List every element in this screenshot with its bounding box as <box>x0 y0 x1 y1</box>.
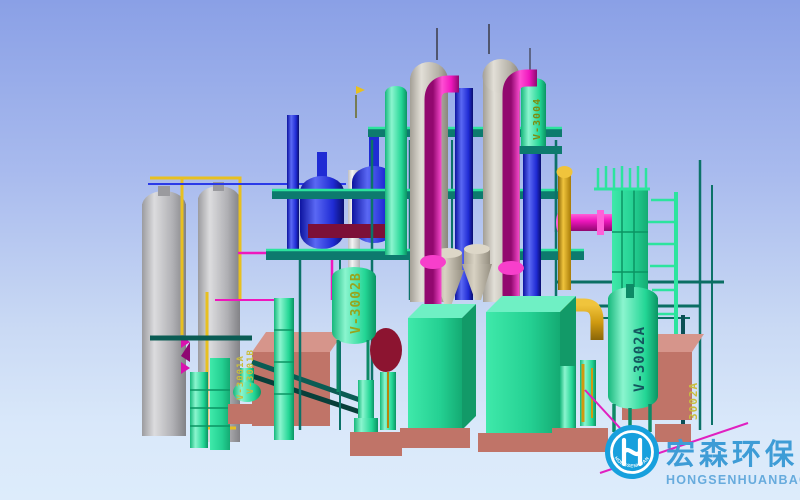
flag-marker <box>356 86 365 118</box>
label-tag-3002a: 3002A <box>687 382 700 420</box>
tank-cylinder <box>142 186 186 436</box>
pump-pad <box>350 432 402 456</box>
logo-en-text: HONGSENHUANBAO <box>666 473 800 487</box>
viewport-3d[interactable]: V-3002B V-3002A 3002A V-3004 V-3001A V-3… <box>0 0 800 500</box>
label-v3001a: V-3001A <box>236 355 246 400</box>
label-v3002b: V-3002B <box>349 272 364 334</box>
plant-model-svg: V-3002B V-3002A 3002A V-3004 V-3001A V-3… <box>0 0 800 500</box>
pump-pad <box>228 404 262 424</box>
storage-boxes <box>400 296 576 452</box>
center-equipment <box>332 267 402 456</box>
pump <box>354 372 396 432</box>
green-column-stack <box>274 298 294 440</box>
green-column <box>385 86 407 255</box>
exchanger-fins <box>594 166 650 190</box>
plate-exchanger <box>594 166 650 306</box>
green-box <box>400 304 482 448</box>
pump-pad <box>552 428 608 452</box>
label-v3002a: V-3002A <box>632 326 648 392</box>
pump <box>560 360 596 428</box>
label-v3004: V-3004 <box>532 98 543 140</box>
plinth <box>400 428 470 448</box>
label-v3001b: V-3001B <box>246 349 256 394</box>
plate-stack <box>190 358 230 450</box>
logo-cn-text: 宏森环保 <box>666 437 798 471</box>
